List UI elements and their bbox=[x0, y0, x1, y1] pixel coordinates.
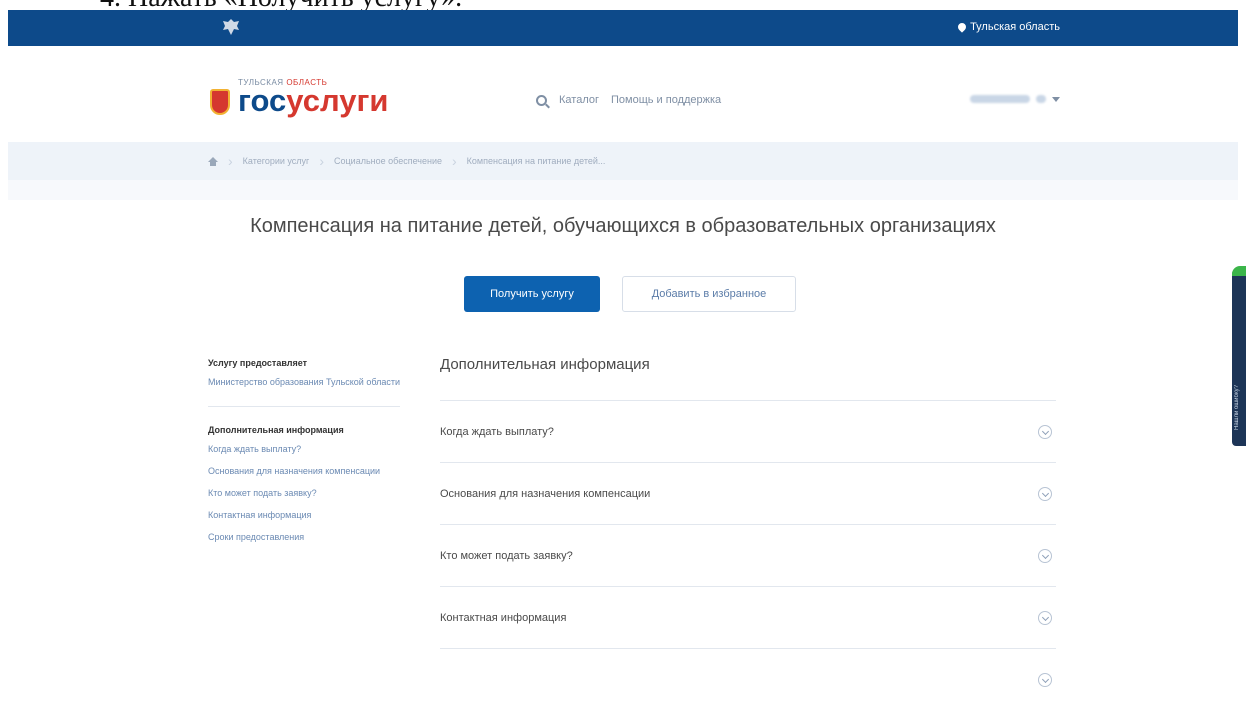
breadcrumb-item-current: Компенсация на питание детей... bbox=[466, 156, 606, 166]
site-header: ТУЛЬСКАЯ ОБЛАСТЬ госуслуги Каталог Помощ… bbox=[8, 46, 1238, 142]
sidebar-provider-link[interactable]: Министерство образования Тульской област… bbox=[208, 376, 408, 388]
region-shield-icon bbox=[210, 89, 230, 115]
logo-brand-text: госуслуги bbox=[238, 83, 389, 118]
main-content: Дополнительная информация Когда ждать вы… bbox=[440, 356, 1056, 710]
accordion-item-label: Основания для назначения компенсации bbox=[440, 487, 651, 500]
accordion-item-label: Кто может подать заявку? bbox=[440, 549, 573, 562]
sidebar-provider-heading: Услугу предоставляет bbox=[208, 358, 308, 368]
main-nav: Каталог Помощь и поддержка bbox=[536, 94, 721, 106]
get-service-button[interactable]: Получить услугу bbox=[464, 276, 600, 312]
sidebar-link-terms[interactable]: Сроки предоставления bbox=[208, 531, 408, 543]
add-favorite-button[interactable]: Добавить в избранное bbox=[622, 276, 796, 312]
chevron-down-icon[interactable] bbox=[1038, 548, 1052, 563]
chevron-down-icon[interactable] bbox=[1038, 610, 1052, 625]
breadcrumb-separator: › bbox=[451, 153, 457, 169]
accordion-item-contacts[interactable]: Контактная информация bbox=[440, 586, 1056, 648]
user-avatar-blurred bbox=[1036, 95, 1046, 103]
region-selector[interactable]: Тульская область bbox=[956, 21, 1060, 33]
top-bar: Тульская область bbox=[8, 10, 1238, 46]
feedback-label: Нашли ошибку? bbox=[1234, 385, 1240, 430]
chevron-down-icon bbox=[1052, 96, 1060, 102]
nav-help[interactable]: Помощь и поддержка bbox=[611, 94, 721, 106]
region-label: Тульская область bbox=[970, 21, 1060, 33]
accordion-item-grounds[interactable]: Основания для назначения компенсации bbox=[440, 462, 1056, 524]
sidebar: Услугу предоставляет Министерство образо… bbox=[208, 358, 408, 553]
sidebar-link-payment-time[interactable]: Когда ждать выплату? bbox=[208, 443, 408, 455]
accordion-item-who-can-apply[interactable]: Кто может подать заявку? bbox=[440, 524, 1056, 586]
sidebar-link-contacts[interactable]: Контактная информация bbox=[208, 509, 408, 521]
breadcrumb-item-social[interactable]: Социальное обеспечение bbox=[334, 156, 442, 166]
sidebar-info-heading: Дополнительная информация bbox=[208, 425, 344, 435]
section-title: Дополнительная информация bbox=[440, 356, 650, 373]
search-icon[interactable] bbox=[536, 94, 547, 106]
chevron-down-icon[interactable] bbox=[1038, 424, 1052, 439]
breadcrumb-separator: › bbox=[228, 153, 233, 169]
header-spacer bbox=[8, 180, 1238, 200]
accordion-item-partial[interactable] bbox=[440, 648, 1056, 710]
home-icon[interactable] bbox=[208, 156, 218, 166]
nav-catalog[interactable]: Каталог bbox=[559, 94, 599, 106]
user-menu[interactable] bbox=[970, 95, 1060, 103]
sidebar-link-grounds[interactable]: Основания для назначения компенсации bbox=[208, 465, 408, 477]
breadcrumb-separator: › bbox=[319, 153, 325, 169]
feedback-tab[interactable]: Нашли ошибку? bbox=[1232, 266, 1246, 446]
sidebar-link-who-can-apply[interactable]: Кто может подать заявку? bbox=[208, 487, 408, 499]
accordion-item-label: Когда ждать выплату? bbox=[440, 425, 554, 438]
location-pin-icon bbox=[956, 21, 968, 33]
chevron-down-icon[interactable] bbox=[1038, 486, 1052, 501]
coat-of-arms-icon bbox=[223, 19, 239, 35]
accordion-item-label: Контактная информация bbox=[440, 611, 567, 624]
sidebar-divider bbox=[208, 406, 400, 407]
gosuslugi-logo[interactable]: ТУЛЬСКАЯ ОБЛАСТЬ госуслуги bbox=[210, 78, 389, 118]
breadcrumb-item-categories[interactable]: Категории услуг bbox=[243, 156, 310, 166]
user-name-blurred bbox=[970, 95, 1030, 103]
accordion-item-payment-time[interactable]: Когда ждать выплату? bbox=[440, 400, 1056, 462]
page-title: Компенсация на питание детей, обучающихс… bbox=[250, 215, 996, 237]
breadcrumb: › Категории услуг › Социальное обеспечен… bbox=[8, 142, 1238, 180]
